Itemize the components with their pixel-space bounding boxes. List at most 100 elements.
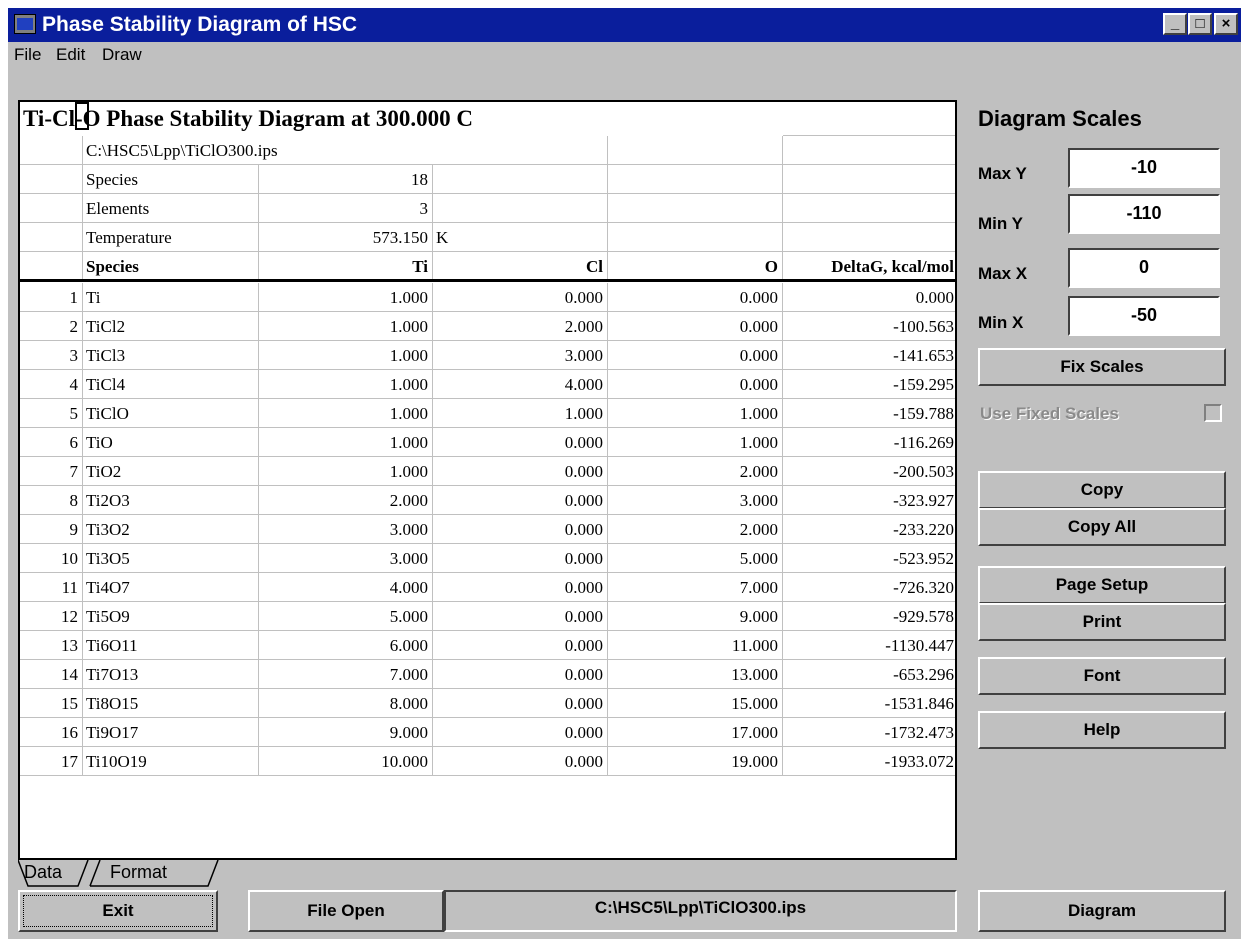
table-cell[interactable]: 0.000 xyxy=(608,283,783,312)
table-cell[interactable]: Ti5O9 xyxy=(83,602,259,631)
row-number[interactable]: 13 xyxy=(20,631,83,660)
tab-format[interactable]: Format xyxy=(110,860,167,886)
min-y-input[interactable]: -110 xyxy=(1068,194,1220,234)
copy-all-button[interactable]: Copy All xyxy=(978,508,1226,546)
close-button[interactable]: × xyxy=(1214,13,1238,35)
table-cell[interactable]: 9.000 xyxy=(608,602,783,631)
row-number[interactable]: 3 xyxy=(20,341,83,370)
table-cell[interactable]: 0.000 xyxy=(433,602,608,631)
table-cell[interactable]: 1.000 xyxy=(259,312,433,341)
row-header[interactable] xyxy=(20,165,83,194)
use-fixed-scales-checkbox[interactable] xyxy=(1204,404,1222,422)
empty-cell[interactable] xyxy=(433,194,608,223)
empty-cell[interactable] xyxy=(433,223,608,252)
row-number[interactable]: 16 xyxy=(20,718,83,747)
table-cell[interactable]: 0.000 xyxy=(433,544,608,573)
data-grid[interactable]: Ti-Cl-O Phase Stability Diagram at 300.0… xyxy=(18,100,957,860)
table-cell[interactable]: 1.000 xyxy=(259,457,433,486)
empty-cell[interactable] xyxy=(783,194,955,223)
table-cell[interactable]: 1.000 xyxy=(259,341,433,370)
table-cell[interactable]: -100.563 xyxy=(783,312,955,341)
column-header[interactable]: O xyxy=(608,252,783,281)
menu-draw[interactable]: Draw xyxy=(102,45,142,65)
table-cell[interactable]: 1.000 xyxy=(608,399,783,428)
row-header[interactable] xyxy=(20,194,83,223)
table-cell[interactable]: -323.927 xyxy=(783,486,955,515)
table-cell[interactable]: Ti2O3 xyxy=(83,486,259,515)
file-path-cell[interactable]: C:\HSC5\Lpp\TiClO300.ips xyxy=(83,136,433,165)
table-cell[interactable]: 0.000 xyxy=(433,486,608,515)
table-cell[interactable]: 2.000 xyxy=(608,457,783,486)
row-number[interactable]: 4 xyxy=(20,370,83,399)
table-cell[interactable]: -233.220 xyxy=(783,515,955,544)
max-x-input[interactable]: 0 xyxy=(1068,248,1220,288)
table-cell[interactable]: TiClO xyxy=(83,399,259,428)
column-header[interactable]: Ti xyxy=(259,252,433,281)
menu-edit[interactable]: Edit xyxy=(56,45,85,65)
table-cell[interactable]: 7.000 xyxy=(259,660,433,689)
info-value-cell[interactable]: 3 xyxy=(259,194,433,223)
table-cell[interactable]: Ti3O5 xyxy=(83,544,259,573)
table-cell[interactable]: TiCl3 xyxy=(83,341,259,370)
row-header[interactable] xyxy=(20,136,83,165)
table-cell[interactable]: 0.000 xyxy=(433,283,608,312)
table-cell[interactable]: 3.000 xyxy=(259,515,433,544)
row-number[interactable]: 11 xyxy=(20,573,83,602)
row-number[interactable]: 7 xyxy=(20,457,83,486)
table-cell[interactable]: 8.000 xyxy=(259,689,433,718)
table-cell[interactable]: Ti6O11 xyxy=(83,631,259,660)
table-cell[interactable]: -159.788 xyxy=(783,399,955,428)
table-cell[interactable]: Ti3O2 xyxy=(83,515,259,544)
table-cell[interactable]: 13.000 xyxy=(608,660,783,689)
table-cell[interactable]: -1130.447 xyxy=(783,631,955,660)
table-cell[interactable]: -116.269 xyxy=(783,428,955,457)
table-cell[interactable]: 1.000 xyxy=(259,399,433,428)
table-cell[interactable]: 5.000 xyxy=(608,544,783,573)
empty-cell[interactable] xyxy=(608,194,783,223)
table-cell[interactable]: 1.000 xyxy=(259,428,433,457)
table-cell[interactable]: 0.000 xyxy=(433,515,608,544)
row-number[interactable]: 1 xyxy=(20,283,83,312)
menu-file[interactable]: File xyxy=(14,45,41,65)
table-cell[interactable]: 6.000 xyxy=(259,631,433,660)
table-cell[interactable]: 0.000 xyxy=(433,718,608,747)
page-setup-button[interactable]: Page Setup xyxy=(978,566,1226,604)
table-cell[interactable]: 4.000 xyxy=(259,573,433,602)
table-cell[interactable]: 10.000 xyxy=(259,747,433,776)
table-cell[interactable]: -141.653 xyxy=(783,341,955,370)
table-cell[interactable]: 0.000 xyxy=(783,283,955,312)
row-number[interactable]: 12 xyxy=(20,602,83,631)
info-value-cell[interactable]: 573.150 xyxy=(259,223,433,252)
max-y-input[interactable]: -10 xyxy=(1068,148,1220,188)
table-cell[interactable]: -653.296 xyxy=(783,660,955,689)
print-button[interactable]: Print xyxy=(978,603,1226,641)
table-cell[interactable]: 9.000 xyxy=(259,718,433,747)
empty-cell[interactable] xyxy=(608,223,783,252)
row-number[interactable]: 10 xyxy=(20,544,83,573)
table-cell[interactable]: 0.000 xyxy=(433,631,608,660)
table-cell[interactable]: Ti9O17 xyxy=(83,718,259,747)
table-cell[interactable]: 3.000 xyxy=(259,544,433,573)
table-cell[interactable]: Ti xyxy=(83,283,259,312)
diagram-button[interactable]: Diagram xyxy=(978,890,1226,932)
exit-button[interactable]: Exit xyxy=(18,890,218,932)
copy-button[interactable]: Copy xyxy=(978,471,1226,509)
table-cell[interactable]: -929.578 xyxy=(783,602,955,631)
row-number[interactable]: 5 xyxy=(20,399,83,428)
table-cell[interactable]: 7.000 xyxy=(608,573,783,602)
tab-data[interactable]: Data xyxy=(24,860,62,886)
table-cell[interactable]: -1732.473 xyxy=(783,718,955,747)
row-number[interactable]: 9 xyxy=(20,515,83,544)
table-cell[interactable]: 1.000 xyxy=(259,370,433,399)
title-cell-right[interactable] xyxy=(783,102,955,136)
table-cell[interactable]: 1.000 xyxy=(608,428,783,457)
table-cell[interactable]: TiCl2 xyxy=(83,312,259,341)
empty-cell[interactable] xyxy=(783,223,955,252)
table-cell[interactable]: 0.000 xyxy=(433,428,608,457)
table-cell[interactable]: -159.295 xyxy=(783,370,955,399)
table-cell[interactable]: 17.000 xyxy=(608,718,783,747)
app-icon[interactable] xyxy=(14,14,36,34)
info-label-cell[interactable]: Species xyxy=(83,165,259,194)
table-cell[interactable]: -523.952 xyxy=(783,544,955,573)
row-number[interactable]: 17 xyxy=(20,747,83,776)
